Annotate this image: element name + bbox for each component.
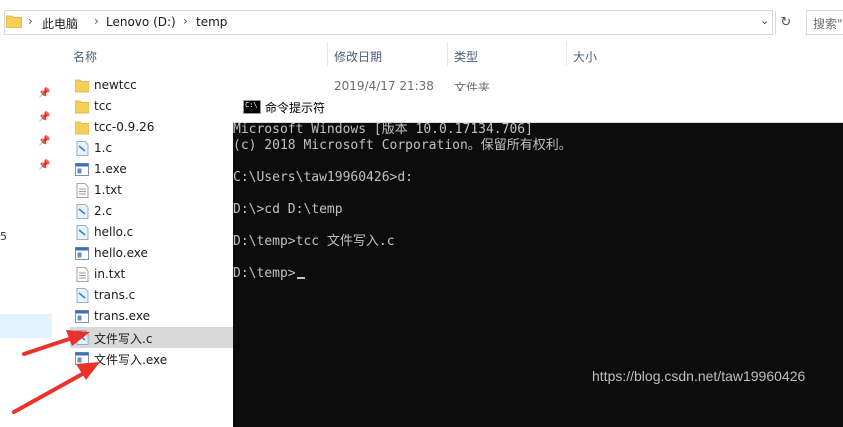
file-name: newtcc (94, 78, 137, 92)
c-file-icon (75, 288, 89, 303)
file-name: 文件写入.c (94, 332, 153, 346)
cmd-app-icon[interactable]: C:\ (243, 100, 261, 114)
file-row[interactable]: 文件写入.exe (70, 348, 233, 369)
text-cursor (296, 277, 305, 279)
breadcrumb-temp[interactable]: temp (196, 15, 227, 29)
cmd-app-icon-text: C:\ (245, 101, 258, 109)
file-name: 1.txt (94, 183, 122, 197)
file-row[interactable]: 1.exe (70, 159, 233, 180)
txt-file-icon (75, 183, 89, 198)
column-divider[interactable] (566, 42, 567, 66)
file-row[interactable]: hello.exe (70, 243, 233, 264)
nav-item-partial[interactable]: 5 (0, 230, 7, 243)
file-row[interactable]: newtcc (70, 75, 233, 96)
cmd-window[interactable]: C:\ 命令提示符 Microsoft Windows [版本 10.0.171… (233, 91, 843, 427)
terminal-line: D:\>cd D:\temp (233, 202, 343, 217)
file-name: trans.exe (94, 309, 150, 323)
c-file-icon (75, 330, 89, 345)
file-name: tcc-0.9.26 (94, 120, 155, 134)
column-divider[interactable] (447, 42, 448, 66)
terminal-line: D:\temp> (233, 266, 305, 282)
file-name: trans.c (94, 288, 136, 302)
file-row[interactable]: tcc (70, 96, 233, 117)
terminal-line: D:\temp>tcc 文件写入.c (233, 234, 395, 249)
navigation-pane: 📌 📌 📌 📌 5 (0, 44, 52, 427)
file-row[interactable]: trans.c (70, 285, 233, 306)
file-row[interactable]: 1.txt (70, 180, 233, 201)
chevron-right-icon[interactable]: › (183, 14, 188, 28)
file-name: 2.c (94, 204, 113, 218)
c-file-icon (75, 204, 89, 219)
exe-file-icon (75, 309, 89, 324)
column-header-name[interactable]: 名称 (73, 48, 97, 65)
chevron-right-icon[interactable]: › (94, 14, 99, 28)
folder-icon (74, 78, 90, 93)
file-row[interactable]: 1.c (70, 138, 233, 159)
file-name: in.txt (94, 267, 126, 281)
terminal-line: Microsoft Windows [版本 10.0.17134.706] (233, 122, 533, 137)
folder-icon (74, 120, 90, 135)
file-name: 1.exe (94, 162, 127, 176)
breadcrumb-drive[interactable]: Lenovo (D:) (106, 15, 176, 29)
cmd-window-title: 命令提示符 (265, 101, 326, 115)
terminal-line: (c) 2018 Microsoft Corporation。保留所有权利。 (233, 138, 572, 153)
file-row[interactable]: 2.c (70, 201, 233, 222)
terminal-line: C:\Users\taw19960426>d: (233, 170, 414, 185)
exe-file-icon (75, 246, 89, 261)
column-header-size[interactable]: 大小 (573, 48, 597, 65)
address-bar: › 此电脑 › Lenovo (D:) › temp ⌄ ↻ 搜索" (0, 0, 843, 44)
refresh-icon: ↻ (780, 15, 792, 30)
chevron-down-icon[interactable]: ⌄ (760, 14, 769, 27)
c-file-icon (75, 225, 89, 240)
nav-item-selected[interactable] (0, 314, 52, 338)
cmd-titlebar[interactable]: C:\ 命令提示符 (233, 91, 843, 123)
folder-icon (6, 15, 22, 28)
exe-file-icon (75, 351, 89, 366)
watermark: https://blog.csdn.net/taw19960426 (592, 368, 806, 384)
file-row[interactable]: trans.exe (70, 306, 233, 327)
pin-icon[interactable]: 📌 (38, 88, 50, 99)
column-divider[interactable] (327, 42, 328, 66)
pin-icon[interactable]: 📌 (38, 160, 50, 171)
file-name: hello.c (94, 225, 134, 239)
pin-icon[interactable]: 📌 (38, 112, 50, 123)
exe-file-icon (75, 162, 89, 177)
column-header-type[interactable]: 类型 (454, 48, 478, 65)
pin-icon[interactable]: 📌 (38, 136, 50, 147)
file-row[interactable]: hello.c (70, 222, 233, 243)
column-header-modified[interactable]: 修改日期 (334, 48, 382, 65)
file-name: 文件写入.exe (94, 353, 168, 367)
breadcrumb-this-pc[interactable]: 此电脑 (42, 15, 78, 32)
c-file-icon (75, 141, 89, 156)
file-name: 1.c (94, 141, 113, 155)
file-name: tcc (94, 99, 112, 113)
txt-file-icon (75, 267, 89, 282)
file-row[interactable]: tcc-0.9.26 (70, 117, 233, 138)
file-row[interactable]: in.txt (70, 264, 233, 285)
folder-icon (74, 99, 90, 114)
file-row[interactable]: 文件写入.c (70, 327, 233, 348)
search-placeholder: 搜索" (813, 17, 843, 31)
chevron-right-icon: › (28, 14, 33, 28)
file-name: hello.exe (94, 246, 148, 260)
refresh-button[interactable]: ↻ (775, 11, 796, 34)
